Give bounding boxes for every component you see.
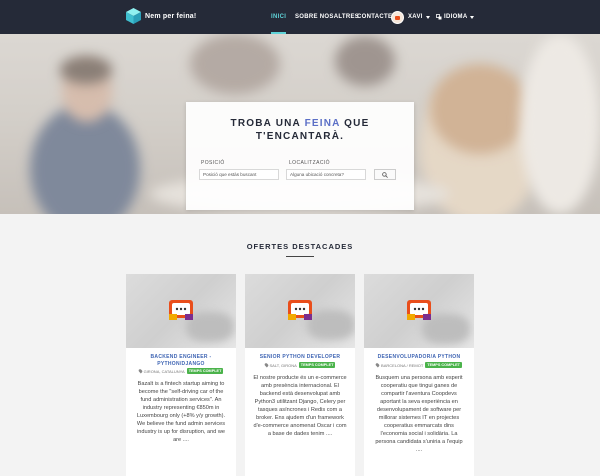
job-location: BARCELONA / REMOT [381,362,424,368]
job-type-badge: TEMPS COMPLET [186,368,224,374]
job-title[interactable]: BACKEND ENGINEER - PYTHON/DJANGO [126,354,236,367]
search-title: TROBA UNA FEINA QUE T'ENCANTARÀ. [186,117,414,143]
search-icon [382,171,388,178]
job-type-badge: TEMPS COMPLET [298,362,336,368]
section-divider [286,256,314,257]
search-title-highlight: FEINA [304,118,341,129]
position-label: POSICIÓ [201,160,225,166]
hero-section: TROBA UNA FEINA QUE T'ENCANTARÀ. POSICIÓ… [0,34,600,214]
location-input[interactable]: Alguna ubicació concreta? [286,169,366,180]
search-button[interactable] [374,169,396,180]
job-card-image [126,274,236,348]
job-type-badge: TEMPS COMPLET [425,362,462,368]
job-meta: GIRONA, CATALUNYA TEMPS COMPLET [126,368,236,374]
logo-text: Nem per feina! [145,12,197,20]
job-meta: BARCELONA / REMOT TEMPS COMPLET [364,362,474,368]
location-pin-icon [137,368,143,374]
nav-item-inici[interactable]: INICI [271,0,287,34]
nav-item-sobre-nosaltres[interactable]: SOBRE NOSALTRES [295,0,359,34]
search-title-part: QUE [340,118,370,129]
location-pin-icon [375,362,381,368]
job-location: SALT, GIRONA [269,362,297,368]
top-navbar: Nem per feina! INICI SOBRE NOSALTRES CON… [0,0,600,34]
job-card[interactable]: DESENVOLUPADOR/A PYTHON BARCELONA / REMO… [364,274,474,476]
user-menu[interactable]: XAVI [391,0,430,34]
search-title-line2: T'ENCANTARÀ. [255,131,345,142]
logo-cube-icon [126,8,141,24]
company-logo-icon [288,300,312,320]
language-label: IDIOMA [444,14,468,20]
job-card-image [364,274,474,348]
search-card: TROBA UNA FEINA QUE T'ENCANTARÀ. POSICIÓ… [186,102,414,210]
job-description: Bazalt is a fintech startup aiming to be… [136,381,226,443]
user-name: XAVI [408,14,423,20]
location-pin-icon [263,362,269,368]
featured-title: OFERTES DESTACADES [246,242,354,251]
job-meta: SALT, GIRONA TEMPS COMPLET [245,362,355,368]
location-label: LOCALITZACIÓ [289,160,330,166]
language-icon [436,14,442,20]
job-card-image [245,274,355,348]
job-card[interactable]: BACKEND ENGINEER - PYTHON/DJANGO GIRONA,… [126,274,236,476]
company-logo-icon [169,300,193,320]
job-title[interactable]: DESENVOLUPADOR/A PYTHON [364,354,474,361]
chevron-down-icon [470,15,475,19]
search-title-part: TROBA UNA [230,118,305,129]
position-input[interactable]: Posició que estàs buscant [199,169,279,180]
language-menu[interactable]: IDIOMA [436,0,475,34]
avatar [391,10,404,24]
job-card[interactable]: SENIOR PYTHON DEVELOPER SALT, GIRONA TEM… [245,274,355,476]
logo-link[interactable]: Nem per feina! [126,8,196,24]
nav-item-contacte[interactable]: CONTACTE [357,0,392,34]
job-location: GIRONA, CATALUNYA [143,368,185,374]
company-logo-icon [407,300,431,320]
job-title[interactable]: SENIOR PYTHON DEVELOPER [245,354,355,361]
chevron-down-icon [425,15,430,19]
job-description: El nostre producte és un e-commerce amb … [253,375,347,437]
job-description: Busquem una persona amb esperit cooperat… [375,375,463,453]
